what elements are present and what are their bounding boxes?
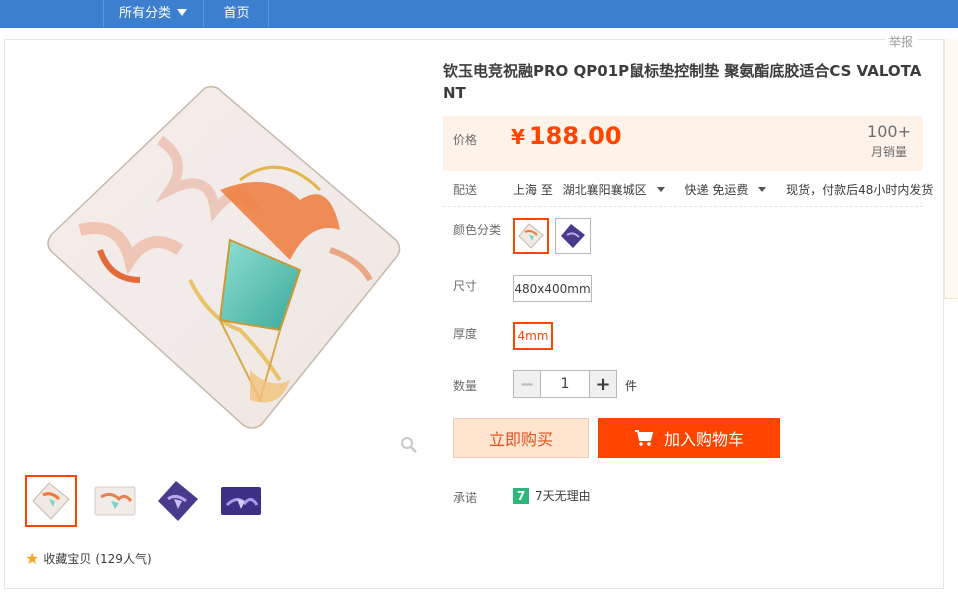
promise-label: 承诺	[453, 491, 478, 505]
quantity-label: 数量	[453, 379, 478, 393]
cart-icon	[634, 430, 654, 446]
sales-label: 月销量	[871, 145, 908, 159]
quantity-input[interactable]	[540, 371, 590, 397]
product-title: 钦玉电竞祝融PRO QP01P鼠标垫控制垫 聚氨酯底胶适合CS VALOTANT	[443, 62, 922, 102]
color-label: 颜色分类	[453, 223, 502, 237]
add-to-cart-label: 加入购物车	[663, 430, 744, 449]
thumbnail-1[interactable]	[25, 475, 77, 527]
zoom-icon[interactable]	[400, 436, 418, 454]
report-link[interactable]: 举报	[885, 33, 918, 50]
all-categories-menu[interactable]: 所有分类	[103, 0, 204, 28]
side-panel-edge	[944, 39, 958, 299]
destination-text: 湖北襄阳襄城区	[562, 183, 647, 197]
quantity-unit: 件	[625, 379, 638, 393]
delivery-info: 上海 至 湖北襄阳襄城区 快递 免运费 现货，付款后48小时内发货	[513, 181, 939, 198]
monthly-sales: 100+ 月销量	[867, 122, 911, 160]
color-option-1[interactable]	[513, 218, 549, 254]
currency-symbol: ¥	[511, 125, 525, 149]
chevron-down-icon	[656, 187, 665, 192]
shipping-note: 现货，付款后48小时内发货	[786, 183, 934, 197]
price-value: ¥188.00	[511, 122, 622, 150]
chevron-down-icon	[758, 187, 767, 192]
quantity-stepper: − +	[513, 370, 617, 398]
promise-info[interactable]: 7 7天无理由	[513, 487, 591, 504]
price-amount: 188.00	[528, 122, 622, 150]
delivery-label: 配送	[453, 183, 478, 197]
all-categories-label: 所有分类	[119, 6, 172, 21]
quantity-increase-button[interactable]: +	[590, 371, 616, 397]
promise-text: 7天无理由	[535, 489, 591, 503]
seven-day-return-icon: 7	[513, 487, 529, 504]
method-text: 快递 免运费	[684, 183, 749, 197]
size-label: 尺寸	[453, 279, 478, 293]
main-product-image[interactable]	[40, 80, 410, 435]
color-option-2[interactable]	[555, 218, 591, 254]
add-to-cart-button[interactable]: 加入购物车	[598, 418, 780, 458]
home-nav-link[interactable]: 首页	[205, 0, 269, 28]
delivery-destination[interactable]: 湖北襄阳襄城区	[563, 183, 675, 197]
favorite-button[interactable]: ★ 收藏宝贝 (129人气)	[25, 549, 152, 568]
caret-down-icon	[177, 9, 188, 16]
thumbnail-2[interactable]	[89, 475, 141, 527]
thickness-option[interactable]: 4mm	[513, 322, 553, 350]
sales-count: 100+	[867, 122, 911, 141]
star-icon: ★	[25, 549, 40, 568]
buy-now-button[interactable]: 立即购买	[453, 418, 589, 458]
size-option[interactable]: 480x400mm	[513, 275, 592, 302]
favorite-label: 收藏宝贝	[43, 552, 92, 566]
thickness-label: 厚度	[453, 327, 478, 341]
quantity-decrease-button[interactable]: −	[514, 371, 540, 397]
divider	[443, 206, 923, 207]
thumbnail-3[interactable]	[152, 475, 204, 527]
thumbnail-4[interactable]	[215, 475, 267, 527]
popularity-count: (129人气)	[95, 552, 152, 566]
top-nav-bar: 所有分类 首页	[0, 0, 958, 28]
delivery-method[interactable]: 快递 免运费	[685, 183, 777, 197]
price-label: 价格	[453, 133, 478, 147]
price-box: 价格 ¥188.00 100+ 月销量	[443, 116, 923, 171]
delivery-from: 上海 至	[513, 183, 553, 197]
